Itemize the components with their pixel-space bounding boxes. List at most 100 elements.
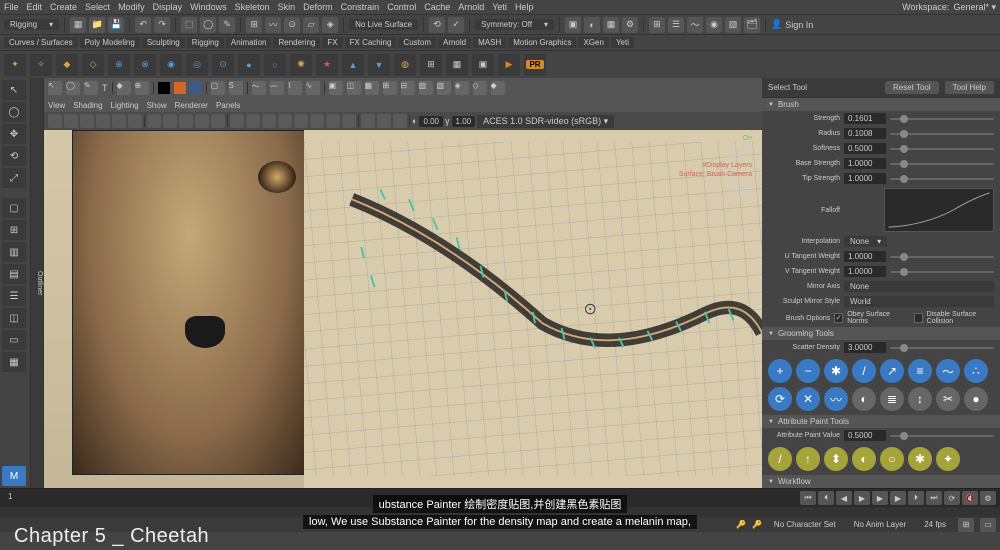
vp-curve3-icon[interactable]: ⌇ <box>288 81 302 95</box>
loop-icon[interactable]: ⟳ <box>944 491 960 505</box>
mute-icon[interactable]: 🔇 <box>962 491 978 505</box>
vp-b2-icon[interactable]: ◫ <box>347 81 361 95</box>
vpi-6-icon[interactable] <box>128 114 142 128</box>
step-fwd-icon[interactable]: ⏵ <box>908 491 924 505</box>
vpi-4-icon[interactable] <box>96 114 110 128</box>
symmetry-dropdown[interactable]: Symmetry: Off ▾ <box>475 19 554 30</box>
section-brush[interactable]: Brush <box>762 98 1000 111</box>
vp-b10-icon[interactable]: ◆ <box>491 81 505 95</box>
color-orange-swatch[interactable] <box>174 82 186 94</box>
layout-hyper-icon[interactable]: ▦ <box>2 352 26 372</box>
vp-select-icon[interactable]: ↖ <box>48 81 62 95</box>
open-scene-icon[interactable]: 📁 <box>89 17 105 33</box>
shelf-icon-20[interactable]: ▶ <box>498 54 520 76</box>
shelf-icon-6[interactable]: ⊗ <box>134 54 156 76</box>
tab-poly[interactable]: Poly Modeling <box>80 37 140 48</box>
tip-strength-input[interactable]: 1.0000 <box>844 173 886 184</box>
groom-length-icon[interactable]: ↕ <box>908 387 932 411</box>
menu-constrain[interactable]: Constrain <box>341 2 380 12</box>
color-black-swatch[interactable] <box>158 82 170 94</box>
groom-fill-icon[interactable]: ● <box>964 387 988 411</box>
panel-layout-icon[interactable]: ⊞ <box>649 17 665 33</box>
vpi-16-icon[interactable] <box>294 114 308 128</box>
menu-file[interactable]: File <box>4 2 19 12</box>
groom-comb-icon[interactable]: / <box>852 359 876 383</box>
vp-tool2-icon[interactable]: ⊕ <box>135 81 149 95</box>
key-icon[interactable]: 🔑 <box>736 520 746 529</box>
menu-create[interactable]: Create <box>50 2 77 12</box>
shelf-icon-8[interactable]: ◎ <box>186 54 208 76</box>
vpi-18-icon[interactable] <box>326 114 340 128</box>
vp-b5-icon[interactable]: ⊟ <box>401 81 415 95</box>
attr-length-icon[interactable]: ↑ <box>796 447 820 471</box>
color-blue-swatch[interactable] <box>190 82 202 94</box>
vpm-view[interactable]: View <box>48 101 65 110</box>
groom-twist-icon[interactable]: ⟳ <box>768 387 792 411</box>
viewport[interactable]: On Absolute Distance #Display Layers Sur… <box>44 130 762 488</box>
vpi-2-icon[interactable] <box>64 114 78 128</box>
ipr-icon[interactable]: ◐ <box>584 17 600 33</box>
vpi-5-icon[interactable] <box>112 114 126 128</box>
vp-b8-icon[interactable]: ◈ <box>455 81 469 95</box>
paint-select-icon[interactable]: ✎ <box>219 17 235 33</box>
shelf-icon-4[interactable]: ◇ <box>82 54 104 76</box>
workspace-dropdown[interactable]: General* ▾ <box>953 2 996 13</box>
strength-slider[interactable] <box>890 118 994 120</box>
groom-remove-icon[interactable]: − <box>796 359 820 383</box>
vpi-12-icon[interactable] <box>230 114 244 128</box>
falloff-curve[interactable] <box>884 188 994 232</box>
snap-live-icon[interactable]: ◈ <box>322 17 338 33</box>
render-view-icon[interactable]: ▦ <box>603 17 619 33</box>
content-browser-icon[interactable]: 🗂 <box>744 17 760 33</box>
vpi-9-icon[interactable] <box>179 114 193 128</box>
radius-slider[interactable] <box>890 133 994 135</box>
groom-clump-icon[interactable]: ∴ <box>964 359 988 383</box>
tab-xgen[interactable]: XGen <box>578 37 608 48</box>
scatter-slider[interactable] <box>890 347 994 349</box>
tab-curves[interactable]: Curves / Surfaces <box>4 37 78 48</box>
vpi-22-icon[interactable] <box>393 114 407 128</box>
mirror-dropdown[interactable]: None <box>844 281 994 292</box>
script-icon[interactable]: ▭ <box>980 518 996 532</box>
menu-windows[interactable]: Windows <box>190 2 227 12</box>
vp-opt1-icon[interactable]: ▢ <box>211 81 225 95</box>
vpi-10-icon[interactable] <box>195 114 209 128</box>
groom-smooth-icon[interactable]: 〜 <box>936 359 960 383</box>
vp-curve2-icon[interactable]: 〰 <box>270 81 284 95</box>
select-icon[interactable]: ⬚ <box>181 17 197 33</box>
vpi-3-icon[interactable] <box>80 114 94 128</box>
vp-b6-icon[interactable]: ▨ <box>419 81 433 95</box>
layout-four-icon[interactable]: ⊞ <box>2 220 26 240</box>
interpolation-dropdown[interactable]: None ▾ <box>844 236 887 247</box>
vpi-14-icon[interactable] <box>262 114 276 128</box>
obey-checkbox[interactable] <box>834 313 843 323</box>
shelf-icon-13[interactable]: ★ <box>316 54 338 76</box>
outliner-icon[interactable]: ☰ <box>668 17 684 33</box>
shelf-icon-16[interactable]: ◍ <box>394 54 416 76</box>
attr-width-icon[interactable]: ⬍ <box>824 447 848 471</box>
menu-help[interactable]: Help <box>515 2 534 12</box>
shelf-icon-5[interactable]: ⊕ <box>108 54 130 76</box>
anim-layer-dropdown[interactable]: No Anim Layer <box>848 519 912 530</box>
vp-b1-icon[interactable]: ▣ <box>329 81 343 95</box>
shelf-icon-12[interactable]: ✺ <box>290 54 312 76</box>
strength-input[interactable]: 0.1601 <box>844 113 886 124</box>
vpi-13-icon[interactable] <box>246 114 260 128</box>
go-start-icon[interactable]: ⏮ <box>800 491 816 505</box>
shelf-icon-3[interactable]: ◆ <box>56 54 78 76</box>
base-strength-input[interactable]: 1.0000 <box>844 158 886 169</box>
tool-help-button[interactable]: Tool Help <box>945 81 994 94</box>
tab-yeti[interactable]: Yeti <box>611 37 634 48</box>
render-settings-icon[interactable]: ⚙ <box>622 17 638 33</box>
shelf-icon-9[interactable]: ⊙ <box>212 54 234 76</box>
hypershade-icon[interactable]: ◉ <box>706 17 722 33</box>
attr-baldness-icon[interactable]: ○ <box>880 447 904 471</box>
utan-slider[interactable] <box>890 256 994 258</box>
menu-skeleton[interactable]: Skeleton <box>235 2 270 12</box>
step-back-icon[interactable]: ⏴ <box>818 491 834 505</box>
tab-animation[interactable]: Animation <box>226 37 272 48</box>
vpm-renderer[interactable]: Renderer <box>175 101 208 110</box>
menu-modify[interactable]: Modify <box>118 2 145 12</box>
attr-color-icon[interactable]: ◐ <box>852 447 876 471</box>
section-attribute-paint[interactable]: Attribute Paint Tools <box>762 415 1000 428</box>
